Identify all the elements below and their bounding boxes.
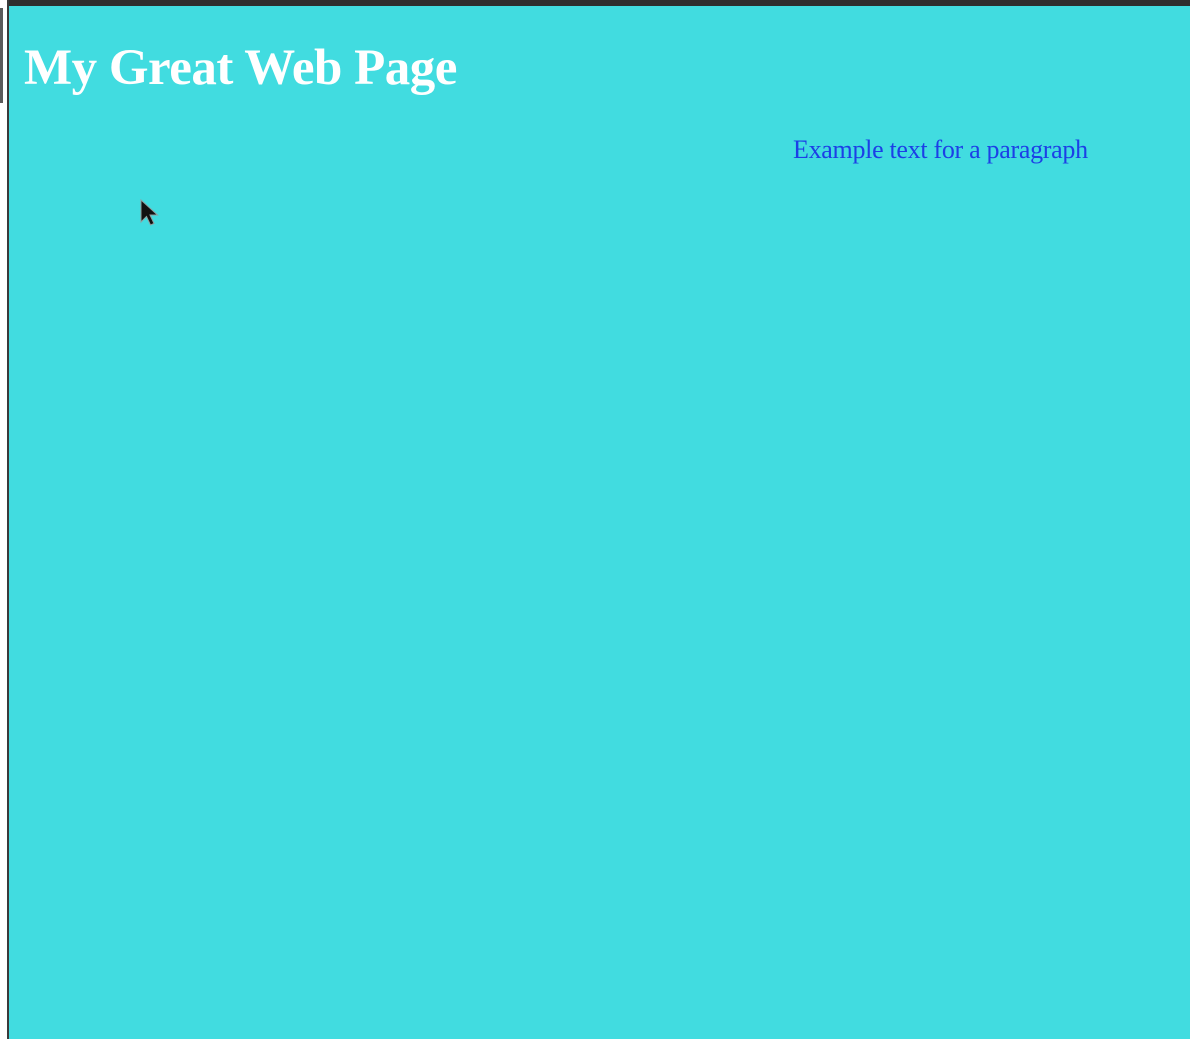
page-viewport: My Great Web Page Example text for a par… (9, 6, 1190, 1039)
window-left-edge (0, 0, 9, 1039)
window-resize-handle[interactable] (0, 8, 3, 103)
page-heading: My Great Web Page (24, 40, 457, 96)
example-paragraph: Example text for a paragraph (793, 135, 1088, 164)
mouse-pointer-icon (140, 198, 159, 226)
browser-frame: My Great Web Page Example text for a par… (0, 0, 1190, 1039)
